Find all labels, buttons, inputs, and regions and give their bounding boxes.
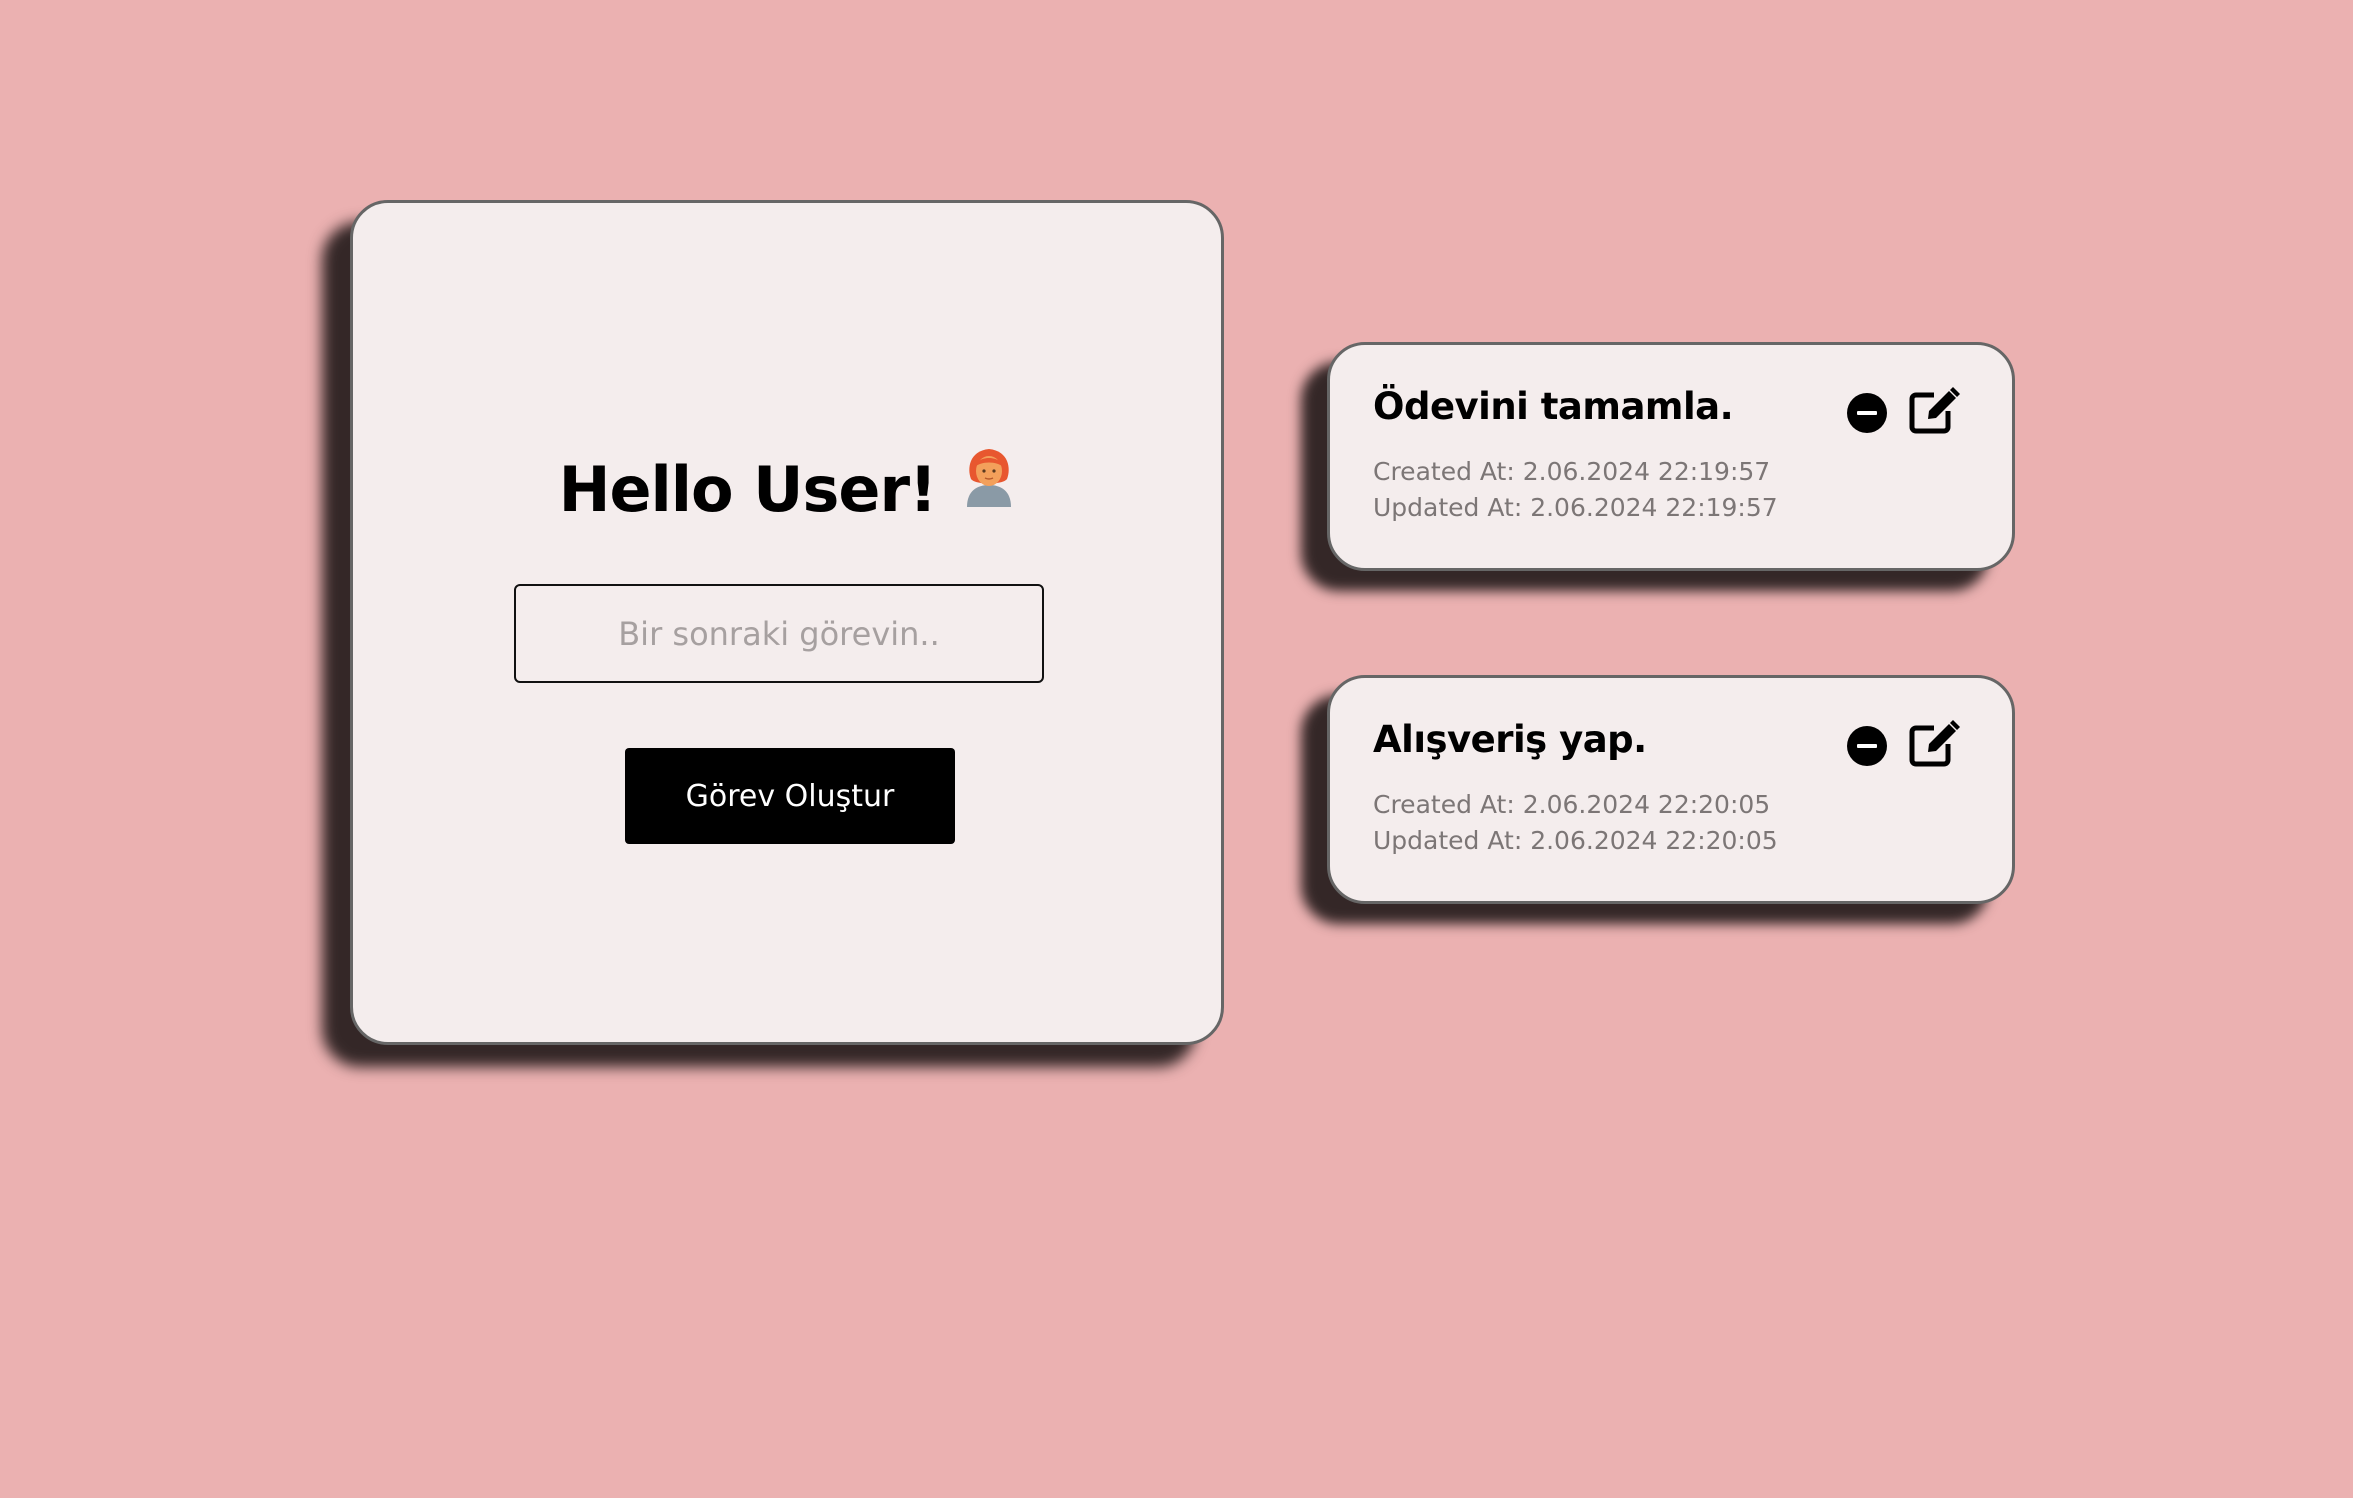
edit-pencil-icon[interactable] (1908, 720, 1960, 768)
task-updated-at: Updated At: 2.06.2024 22:19:57 (1373, 493, 1778, 522)
created-label: Created At: (1373, 457, 1523, 486)
task-created-at: Created At: 2.06.2024 22:20:05 (1373, 790, 1770, 819)
task-create-card: Hello User! Görev Oluştur (350, 200, 1224, 1045)
task-updated-at: Updated At: 2.06.2024 22:20:05 (1373, 826, 1778, 855)
task-created-at: Created At: 2.06.2024 22:19:57 (1373, 457, 1770, 486)
created-value: 2.06.2024 22:20:05 (1522, 790, 1771, 819)
greeting-row: Hello User! (353, 448, 1221, 526)
task-title: Ödevini tamamla. (1373, 385, 1734, 428)
create-task-button[interactable]: Görev Oluştur (625, 748, 955, 844)
minus-circle-icon[interactable] (1847, 393, 1887, 433)
woman-red-hair-icon (963, 445, 1015, 507)
task-input[interactable] (514, 584, 1044, 683)
updated-value: 2.06.2024 22:20:05 (1530, 826, 1778, 855)
created-value: 2.06.2024 22:19:57 (1522, 457, 1771, 486)
minus-circle-icon[interactable] (1847, 726, 1887, 766)
task-card: Ödevini tamamla. Created At: 2.06.2024 2… (1327, 342, 2015, 571)
updated-label: Updated At: (1373, 493, 1531, 522)
edit-pencil-icon[interactable] (1908, 387, 1960, 435)
updated-value: 2.06.2024 22:19:57 (1530, 493, 1778, 522)
task-title: Alışveriş yap. (1373, 718, 1647, 761)
greeting-title: Hello User! (558, 453, 938, 526)
updated-label: Updated At: (1373, 826, 1531, 855)
task-card: Alışveriş yap. Created At: 2.06.2024 22:… (1327, 675, 2015, 904)
created-label: Created At: (1373, 790, 1523, 819)
